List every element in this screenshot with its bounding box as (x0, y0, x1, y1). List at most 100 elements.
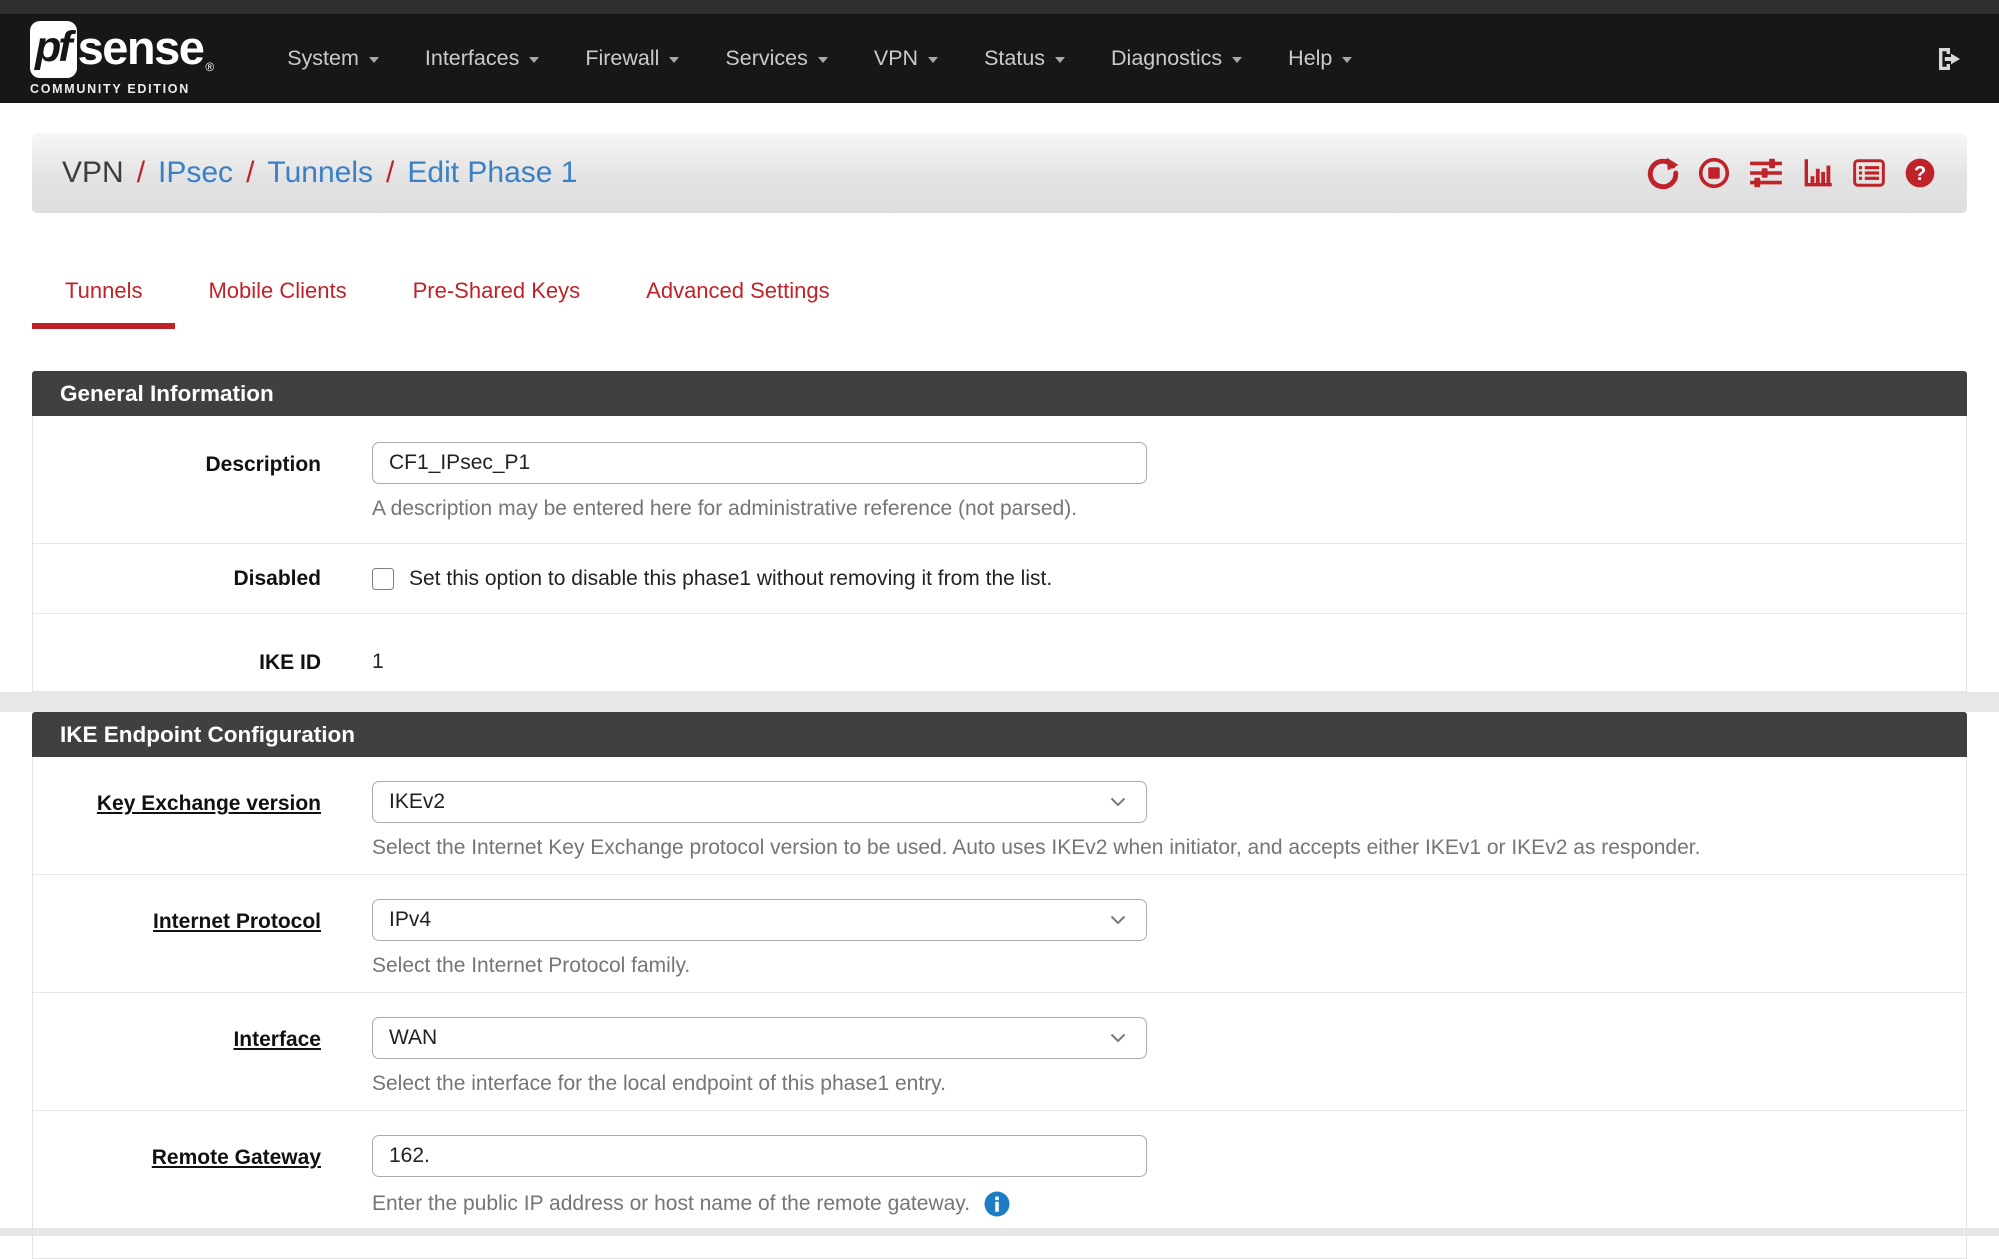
key-exchange-label[interactable]: Key Exchange version (33, 781, 321, 860)
remote-gateway-input[interactable] (372, 1135, 1147, 1177)
ike-id-control: 1 (372, 640, 1966, 675)
panel-title: General Information (32, 371, 1967, 416)
nav-item-label: Interfaces (425, 46, 519, 71)
breadcrumb-separator: / (246, 156, 254, 190)
panel-body: Key Exchange version IKEv2 Select the In… (32, 757, 1967, 1259)
ike-id-label: IKE ID (33, 640, 321, 675)
info-circle-icon[interactable] (983, 1190, 1011, 1218)
nav-item-label: System (287, 46, 359, 71)
main-navbar: pf sense ® COMMUNITY EDITION System Inte… (0, 14, 1999, 103)
ike-id-value: 1 (372, 640, 1966, 674)
remote-gateway-help: Enter the public IP address or host name… (372, 1190, 1966, 1218)
breadcrumb-bar: VPN / IPsec / Tunnels / Edit Phase 1 (32, 133, 1967, 213)
chevron-down-icon (669, 57, 679, 63)
tab-advanced-settings[interactable]: Advanced Settings (613, 269, 862, 329)
remote-gateway-label[interactable]: Remote Gateway (33, 1135, 321, 1218)
form-row-key-exchange: Key Exchange version IKEv2 Select the In… (33, 757, 1966, 874)
panel-ike-endpoint: IKE Endpoint Configuration Key Exchange … (32, 712, 1967, 1259)
sliders-icon[interactable] (1748, 156, 1784, 190)
panel-body: Description A description may be entered… (32, 416, 1967, 692)
description-input[interactable] (372, 442, 1147, 484)
breadcrumb: VPN / IPsec / Tunnels / Edit Phase 1 (62, 156, 578, 190)
chevron-down-icon (1232, 57, 1242, 63)
nav-item-system[interactable]: System (264, 14, 402, 103)
refresh-icon[interactable] (1646, 156, 1680, 190)
nav-item-services[interactable]: Services (702, 14, 850, 103)
disabled-checkbox[interactable] (372, 568, 394, 590)
nav-item-diagnostics[interactable]: Diagnostics (1088, 14, 1265, 103)
tab-bar: Tunnels Mobile Clients Pre-Shared Keys A… (32, 269, 1967, 329)
sense-logo-text: sense (78, 21, 204, 75)
breadcrumb-root: VPN (62, 156, 124, 190)
interface-select[interactable]: WAN (372, 1017, 1147, 1059)
bar-chart-icon[interactable] (1801, 156, 1835, 190)
nav-item-label: Firewall (585, 46, 659, 71)
disabled-label: Disabled (33, 566, 321, 591)
disabled-control: Set this option to disable this phase1 w… (372, 567, 1966, 591)
chevron-down-icon (818, 57, 828, 63)
form-row-ike-id: IKE ID 1 (33, 613, 1966, 691)
list-icon[interactable] (1852, 156, 1886, 190)
tab-tunnels[interactable]: Tunnels (32, 269, 175, 329)
key-exchange-control: IKEv2 Select the Internet Key Exchange p… (372, 781, 1966, 860)
description-help: A description may be entered here for ad… (372, 497, 1966, 521)
nav-item-label: Help (1288, 46, 1332, 71)
key-exchange-select[interactable]: IKEv2 (372, 781, 1147, 823)
next-section-edge (0, 1228, 1999, 1236)
chevron-down-icon (529, 57, 539, 63)
key-exchange-help: Select the Internet Key Exchange protoco… (372, 836, 1966, 860)
breadcrumb-link-edit-phase1[interactable]: Edit Phase 1 (407, 156, 577, 190)
form-row-internet-protocol: Internet Protocol IPv4 Select the Intern… (33, 874, 1966, 992)
sign-out-icon[interactable] (1933, 43, 1969, 75)
pf-logo-box: pf (30, 21, 77, 78)
stop-circle-icon[interactable] (1697, 156, 1731, 190)
tab-pre-shared-keys[interactable]: Pre-Shared Keys (380, 269, 614, 329)
page-content: VPN / IPsec / Tunnels / Edit Phase 1 (32, 133, 1967, 1259)
nav-item-status[interactable]: Status (961, 14, 1088, 103)
nav-item-interfaces[interactable]: Interfaces (402, 14, 562, 103)
form-row-description: Description A description may be entered… (33, 416, 1966, 543)
community-edition-label: COMMUNITY EDITION (30, 82, 214, 96)
registered-mark: ® (205, 60, 214, 74)
nav-item-label: Services (725, 46, 807, 71)
interface-selected-value: WAN (389, 1026, 437, 1050)
browser-top-strip (0, 0, 1999, 14)
tab-mobile-clients[interactable]: Mobile Clients (175, 269, 379, 329)
chevron-down-icon (369, 57, 379, 63)
internet-protocol-control: IPv4 Select the Internet Protocol family… (372, 899, 1966, 978)
nav-item-help[interactable]: Help (1265, 14, 1375, 103)
internet-protocol-help: Select the Internet Protocol family. (372, 954, 1966, 978)
description-label: Description (33, 442, 321, 521)
key-exchange-selected-value: IKEv2 (389, 790, 445, 814)
chevron-down-icon (1110, 797, 1126, 807)
disabled-checkbox-label: Set this option to disable this phase1 w… (409, 567, 1052, 591)
chevron-down-icon (928, 57, 938, 63)
breadcrumb-separator: / (137, 156, 145, 190)
nav-item-label: Status (984, 46, 1045, 71)
nav-menu: System Interfaces Firewall Services VPN … (264, 14, 1933, 103)
internet-protocol-selected-value: IPv4 (389, 908, 431, 932)
nav-item-firewall[interactable]: Firewall (562, 14, 702, 103)
panel-title: IKE Endpoint Configuration (32, 712, 1967, 757)
help-circle-icon[interactable]: ? (1903, 156, 1937, 190)
internet-protocol-label[interactable]: Internet Protocol (33, 899, 321, 978)
svg-text:?: ? (1914, 163, 1926, 185)
nav-item-label: Diagnostics (1111, 46, 1222, 71)
form-row-interface: Interface WAN Select the interface for t… (33, 992, 1966, 1110)
pfsense-logo-row: pf sense ® (30, 21, 214, 78)
panel-gap (0, 692, 1999, 712)
chevron-down-icon (1110, 915, 1126, 925)
chevron-down-icon (1110, 1033, 1126, 1043)
form-row-remote-gateway: Remote Gateway Enter the public IP addre… (33, 1110, 1966, 1258)
pfsense-logo[interactable]: pf sense ® COMMUNITY EDITION (30, 21, 214, 96)
breadcrumb-link-tunnels[interactable]: Tunnels (267, 156, 373, 190)
nav-item-vpn[interactable]: VPN (851, 14, 961, 103)
chevron-down-icon (1342, 57, 1352, 63)
description-control: A description may be entered here for ad… (372, 442, 1966, 521)
form-row-disabled: Disabled Set this option to disable this… (33, 543, 1966, 613)
internet-protocol-select[interactable]: IPv4 (372, 899, 1147, 941)
breadcrumb-actions: ? (1646, 156, 1937, 190)
interface-label[interactable]: Interface (33, 1017, 321, 1096)
breadcrumb-separator: / (386, 156, 394, 190)
breadcrumb-link-ipsec[interactable]: IPsec (158, 156, 233, 190)
